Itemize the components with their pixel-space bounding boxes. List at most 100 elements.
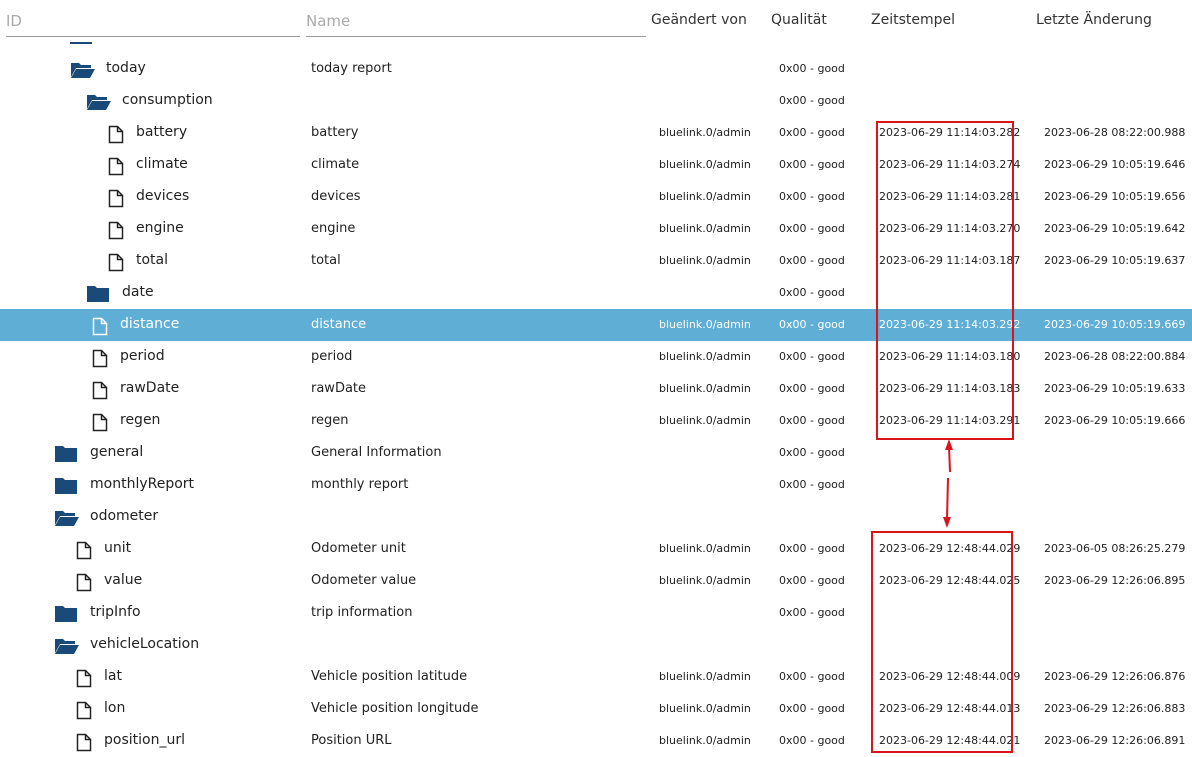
row-name: trip information <box>311 605 413 620</box>
double-arrow-annotation <box>943 439 953 528</box>
row-name: Vehicle position longitude <box>311 701 479 716</box>
row-name: climate <box>311 157 360 172</box>
row-last-change: 2023-06-28 08:22:00.988 <box>1044 126 1186 139</box>
column-changed-by[interactable]: Geändert von <box>651 12 747 28</box>
row-name: regen <box>311 413 349 428</box>
row-id: today <box>106 60 146 76</box>
folder-open-icon[interactable] <box>86 93 112 115</box>
highlight-box-2 <box>871 531 1013 753</box>
file-icon <box>76 541 92 564</box>
folder-open-icon[interactable] <box>70 61 96 83</box>
folder-icon[interactable] <box>86 285 110 307</box>
column-last-change[interactable]: Letzte Änderung <box>1036 12 1152 28</box>
row-name: Odometer value <box>311 573 417 588</box>
file-icon <box>108 157 124 180</box>
row-id: general <box>90 444 144 460</box>
row-quality: 0x00 - good <box>779 286 845 299</box>
row-id: devices <box>136 188 190 204</box>
row-name: rawDate <box>311 381 367 396</box>
folder-icon[interactable] <box>54 445 78 467</box>
row-name: devices <box>311 189 361 204</box>
row-id: unit <box>104 540 132 556</box>
name-filter-input[interactable]: Name <box>306 12 646 37</box>
table-header: ID Name Geändert von Qualität Zeitstempe… <box>0 0 1192 44</box>
file-icon <box>92 381 108 404</box>
row-last-change: 2023-06-29 10:05:19.642 <box>1044 222 1186 235</box>
row-quality: 0x00 - good <box>779 350 845 363</box>
row-id: lat <box>104 668 122 684</box>
row-name: Position URL <box>311 733 392 748</box>
row-last-change: 2023-06-29 12:26:06.895 <box>1044 574 1186 587</box>
folder-open-icon[interactable] <box>54 509 80 531</box>
row-id: regen <box>120 412 161 428</box>
row-last-change: 2023-06-29 10:05:19.633 <box>1044 382 1186 395</box>
row-quality: 0x00 - good <box>779 542 845 555</box>
table-row[interactable]: vehicleLocation <box>0 629 1192 661</box>
row-last-change: 2023-06-05 08:26:25.279 <box>1044 542 1186 555</box>
folder-icon[interactable] <box>54 605 78 627</box>
row-id: position_url <box>104 732 185 748</box>
column-quality[interactable]: Qualität <box>771 12 827 28</box>
row-id: period <box>120 348 165 364</box>
file-icon <box>92 317 108 340</box>
row-quality: 0x00 - good <box>779 254 845 267</box>
row-quality: 0x00 - good <box>779 222 845 235</box>
row-name: period <box>311 349 353 364</box>
row-id: distance <box>120 316 180 332</box>
row-quality: 0x00 - good <box>779 574 845 587</box>
row-id: odometer <box>90 508 159 524</box>
row-quality: 0x00 - good <box>779 126 845 139</box>
row-quality: 0x00 - good <box>779 606 845 619</box>
row-last-change: 2023-06-29 10:05:19.666 <box>1044 414 1186 427</box>
row-id: climate <box>136 156 188 172</box>
table-row[interactable]: lon Vehicle position longitude bluelink.… <box>0 693 1192 725</box>
file-icon <box>92 413 108 436</box>
row-name: total <box>311 253 341 268</box>
row-last-change: 2023-06-29 10:05:19.669 <box>1044 318 1186 331</box>
row-last-change: 2023-06-29 12:26:06.883 <box>1044 702 1186 715</box>
row-id: consumption <box>122 92 213 108</box>
file-icon <box>92 349 108 372</box>
row-name: Odometer unit <box>311 541 406 556</box>
table-row[interactable]: position_url Position URL bluelink.0/adm… <box>0 725 1192 757</box>
table-row[interactable]: value Odometer value bluelink.0/admin 0x… <box>0 565 1192 597</box>
table-row[interactable]: monthlyReport monthly report 0x00 - good <box>0 469 1192 501</box>
row-quality: 0x00 - good <box>779 94 845 107</box>
row-changed-by: bluelink.0/admin <box>659 158 751 171</box>
table-row[interactable]: general General Information 0x00 - good <box>0 437 1192 469</box>
folder-icon[interactable] <box>54 477 78 499</box>
row-name: Vehicle position latitude <box>311 669 468 684</box>
row-quality: 0x00 - good <box>779 414 845 427</box>
table-row[interactable]: tripInfo trip information 0x00 - good <box>0 597 1192 629</box>
file-icon <box>76 701 92 724</box>
row-quality: 0x00 - good <box>779 62 845 75</box>
row-name: battery <box>311 125 359 140</box>
folder-open-icon[interactable] <box>54 637 80 659</box>
row-quality: 0x00 - good <box>779 670 845 683</box>
partial-folder-icon <box>70 42 92 44</box>
row-changed-by: bluelink.0/admin <box>659 382 751 395</box>
row-changed-by: bluelink.0/admin <box>659 126 751 139</box>
row-changed-by: bluelink.0/admin <box>659 318 751 331</box>
table-row[interactable]: lat Vehicle position latitude bluelink.0… <box>0 661 1192 693</box>
id-filter-input[interactable]: ID <box>6 12 300 37</box>
row-changed-by: bluelink.0/admin <box>659 414 751 427</box>
file-icon <box>76 669 92 692</box>
file-icon <box>108 189 124 212</box>
row-changed-by: bluelink.0/admin <box>659 542 751 555</box>
row-last-change: 2023-06-28 08:22:00.884 <box>1044 350 1186 363</box>
row-name: distance <box>311 317 367 332</box>
table-row[interactable]: odometer <box>0 501 1192 533</box>
column-timestamp[interactable]: Zeitstempel <box>871 12 955 28</box>
row-last-change: 2023-06-29 10:05:19.646 <box>1044 158 1186 171</box>
file-icon <box>108 221 124 244</box>
file-icon <box>76 733 92 756</box>
file-icon <box>108 125 124 148</box>
table-row[interactable]: unit Odometer unit bluelink.0/admin 0x00… <box>0 533 1192 565</box>
table-row[interactable]: today today report 0x00 - good <box>0 53 1192 85</box>
row-id: battery <box>136 124 188 140</box>
table-row[interactable]: consumption 0x00 - good <box>0 85 1192 117</box>
row-changed-by: bluelink.0/admin <box>659 350 751 363</box>
row-changed-by: bluelink.0/admin <box>659 254 751 267</box>
row-id: value <box>104 572 143 588</box>
